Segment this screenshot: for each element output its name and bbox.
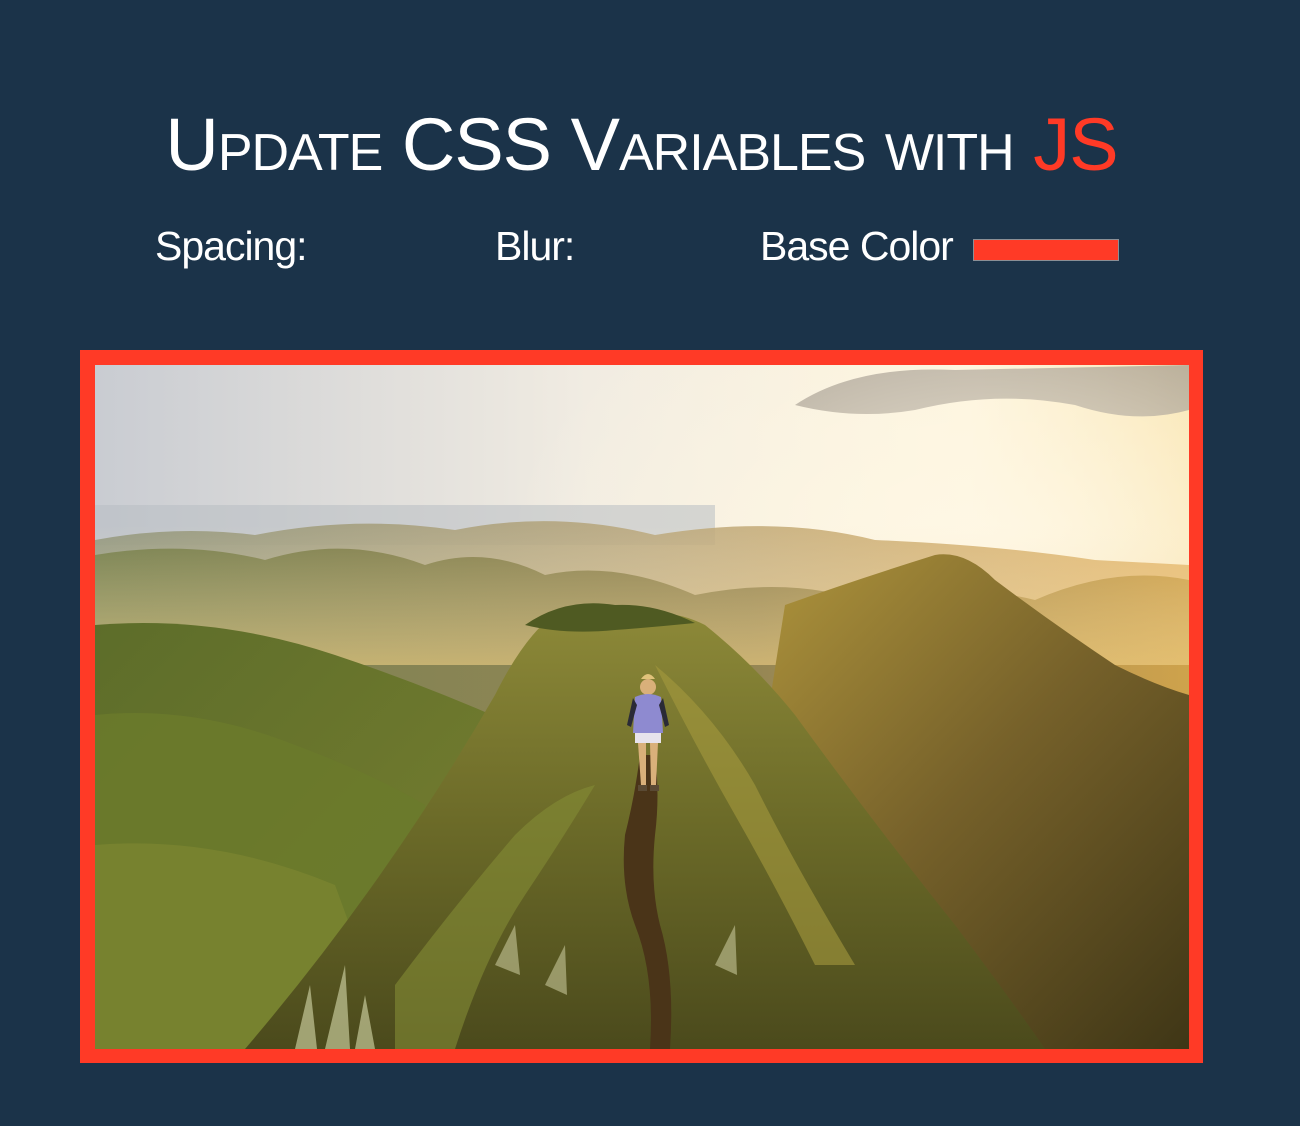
page-title-main: Update CSS Variables with (165, 102, 1034, 186)
spacing-label: Spacing: (155, 223, 308, 269)
base-color-label: Base Color (760, 223, 954, 269)
mountain-photo (95, 365, 1189, 1049)
photo-frame (80, 350, 1203, 1063)
page-title-highlight: JS (1033, 102, 1118, 186)
base-color-picker[interactable] (973, 239, 1119, 261)
page-title: Update CSS Variables with JS (0, 100, 1283, 190)
blur-label: Blur: (495, 223, 575, 269)
controls-panel: Spacing: Blur: Base Color (0, 218, 1300, 278)
